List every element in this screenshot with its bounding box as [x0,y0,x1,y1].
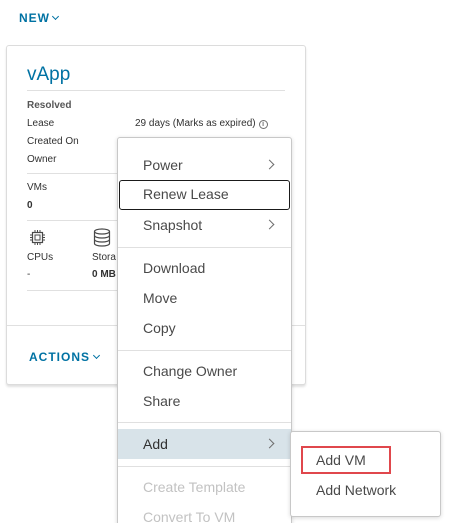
actions-menu: Power Renew Lease Snapshot Download Move… [117,137,292,523]
menu-item-label: Convert To VM [143,509,236,523]
menu-item-convert-to-vm: Convert To VM [118,502,291,523]
submenu-item-add-network[interactable]: Add Network [291,476,440,504]
chevron-down-icon [51,12,60,21]
add-submenu: Add VM Add Network [290,431,441,517]
storage-label: Stora [92,252,116,263]
status-label: Resolved [27,100,72,111]
menu-item-download[interactable]: Download [118,253,291,283]
lease-label: Lease [27,118,55,129]
vms-value: 0 [27,200,33,211]
menu-item-power[interactable]: Power [118,150,291,180]
new-button-label: NEW [19,11,50,25]
menu-item-label: Power [143,157,183,173]
card-title[interactable]: vApp [27,64,70,86]
menu-item-label: Change Owner [143,363,238,379]
menu-divider [118,422,291,423]
info-icon[interactable]: i [258,120,268,129]
chevron-right-icon [264,219,275,230]
highlight-box [301,446,391,474]
vms-label: VMs [27,182,47,193]
submenu-item-label: Add Network [316,482,397,498]
storage-icon [93,228,111,247]
menu-item-create-template: Create Template [118,472,291,502]
owner-label: Owner [27,154,57,165]
menu-item-label: Share [143,393,181,409]
menu-item-label: Snapshot [143,217,203,233]
menu-item-copy[interactable]: Copy [118,313,291,343]
menu-divider [118,247,291,248]
cpu-icon [30,230,45,245]
menu-item-add[interactable]: Add [118,429,291,459]
menu-item-label: Move [143,290,178,306]
menu-item-snapshot[interactable]: Snapshot [118,210,291,240]
storage-value: 0 MB [92,269,116,280]
created-on-label: Created On [27,136,79,147]
cpus-value: - [27,269,31,280]
menu-item-label: Create Template [143,479,246,495]
menu-item-change-owner[interactable]: Change Owner [118,356,291,386]
chevron-down-icon [92,351,101,360]
lease-value: 29 days (Marks as expired) i [135,118,268,129]
chevron-right-icon [264,159,275,170]
menu-item-share[interactable]: Share [118,386,291,416]
cpus-label: CPUs [27,252,54,263]
menu-item-label: Add [143,436,168,452]
menu-item-move[interactable]: Move [118,283,291,313]
menu-divider [118,350,291,351]
menu-item-label: Renew Lease [143,186,229,202]
chevron-right-icon [264,438,275,449]
menu-item-label: Copy [143,320,176,336]
menu-item-renew-lease[interactable]: Renew Lease [119,180,290,210]
menu-item-label: Download [143,260,206,276]
actions-button[interactable]: ACTIONS [29,350,101,364]
divider [27,90,285,91]
new-button[interactable]: NEW [19,11,60,25]
menu-divider [118,466,291,467]
lease-value-text: 29 days (Marks as expired) [135,118,256,129]
actions-button-label: ACTIONS [29,350,90,364]
